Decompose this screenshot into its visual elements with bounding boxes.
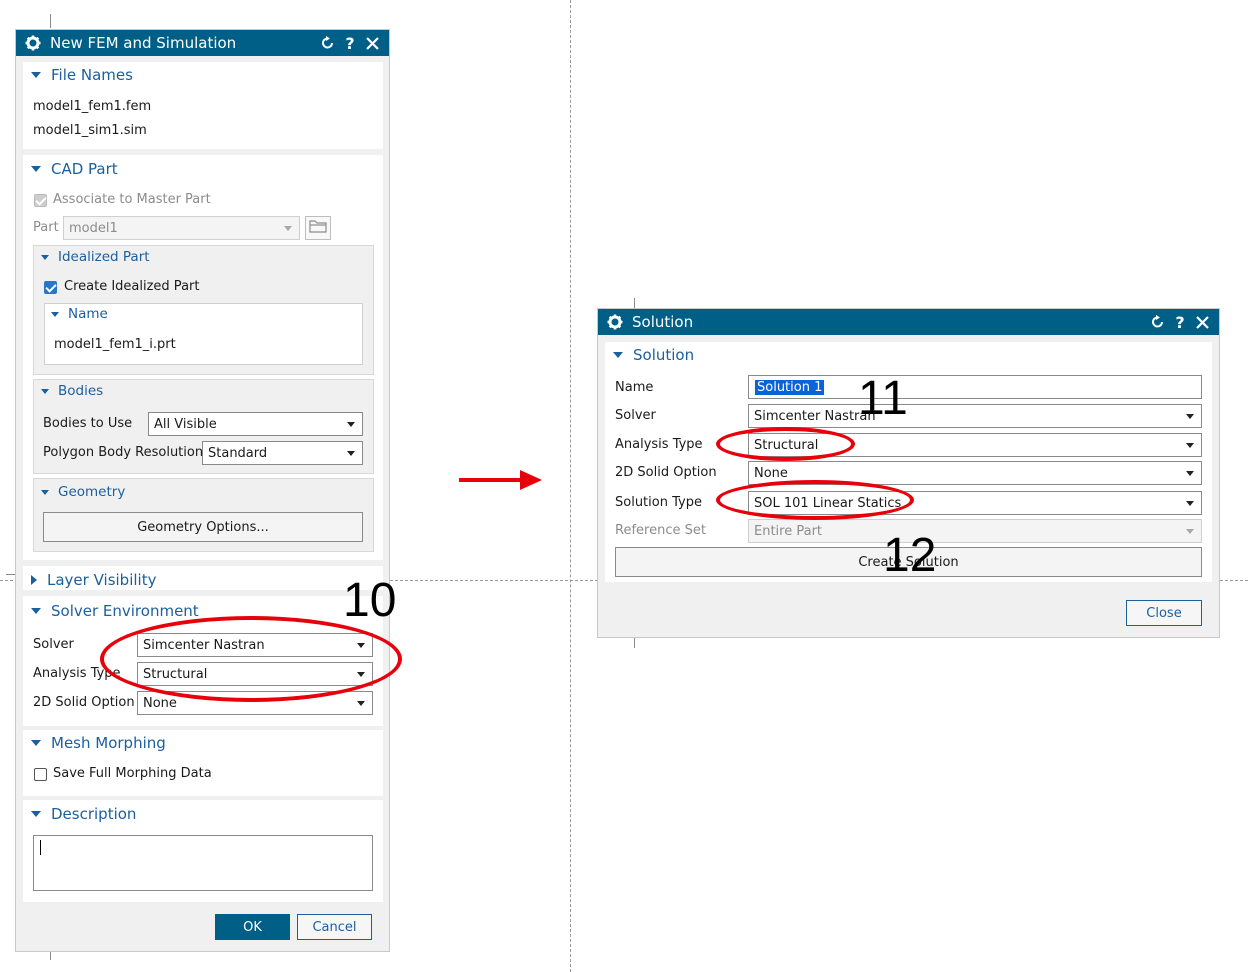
idealized-name-value: model1_fem1_i.prt (54, 337, 176, 352)
collapse-icon (31, 72, 41, 78)
part-select[interactable]: model1 (63, 216, 300, 240)
idealized-part-group[interactable]: Idealized Part (41, 249, 150, 265)
collapse-icon (41, 388, 49, 394)
open-folder-button[interactable] (305, 216, 331, 240)
text-cursor (40, 840, 41, 855)
guide-tick (634, 298, 635, 308)
folder-icon (309, 219, 327, 237)
name-label: Name (615, 380, 654, 395)
sim-file-name: model1_sim1.sim (33, 123, 147, 138)
create-idealized-label: Create Idealized Part (64, 279, 200, 294)
save-morphing-checkbox[interactable] (34, 768, 47, 781)
2d-solid-option-select[interactable]: None (137, 691, 373, 715)
geometry-options-button[interactable]: Geometry Options... (43, 512, 363, 542)
chevron-down-icon (284, 226, 292, 231)
save-morphing-label: Save Full Morphing Data (53, 766, 212, 781)
solution-type-label: Solution Type (615, 495, 702, 510)
collapse-icon (613, 352, 623, 358)
gear-icon (24, 34, 42, 52)
collapse-icon (41, 489, 49, 495)
reset-icon[interactable] (317, 32, 339, 54)
fem-file-name: model1_fem1.fem (33, 99, 152, 114)
expand-icon (31, 575, 37, 585)
cancel-button[interactable]: Cancel (297, 914, 372, 940)
collapse-icon (31, 166, 41, 172)
layer-visibility-group[interactable]: Layer Visibility (31, 571, 156, 589)
collapse-icon (31, 811, 41, 817)
geometry-group[interactable]: Geometry (41, 484, 125, 500)
close-icon[interactable] (1191, 311, 1213, 333)
file-names-group[interactable]: File Names (31, 66, 133, 84)
polygon-resolution-select[interactable]: Standard (202, 441, 363, 465)
arrow-right-icon (459, 470, 542, 490)
chevron-down-icon (1186, 471, 1194, 476)
analysis-type-select[interactable]: Structural (137, 662, 373, 686)
collapse-icon (31, 740, 41, 746)
2d-solid-option-select[interactable]: None (748, 461, 1202, 485)
reference-set-label: Reference Set (615, 523, 706, 538)
polygon-resolution-label: Polygon Body Resolution (43, 445, 204, 460)
2d-solid-option-label: 2D Solid Option (615, 465, 717, 480)
selected-text: Solution 1 (755, 379, 825, 395)
chevron-down-icon (347, 451, 355, 456)
solver-environment-group[interactable]: Solver Environment (31, 602, 199, 620)
solution-dialog-title: Solution (632, 313, 694, 331)
chevron-down-icon (357, 672, 365, 677)
fem-dialog-title: New FEM and Simulation (50, 34, 237, 52)
reference-set-select[interactable]: Entire Part (748, 519, 1202, 543)
help-icon[interactable]: ? (1169, 311, 1191, 333)
cad-part-group[interactable]: CAD Part (31, 160, 118, 178)
part-label: Part (33, 220, 59, 235)
2d-solid-option-label: 2D Solid Option (33, 695, 135, 710)
solution-group[interactable]: Solution (613, 346, 694, 364)
create-idealized-checkbox[interactable] (44, 281, 57, 294)
associate-master-checkbox[interactable] (34, 194, 47, 207)
solution-dialog: Solution ? Solution Name Solution 1 Solv… (597, 308, 1220, 638)
ok-button[interactable]: OK (215, 914, 290, 940)
step-number-12: 12 (883, 529, 937, 582)
name-group[interactable]: Name (51, 306, 108, 322)
guide-tick (50, 14, 51, 28)
solver-select[interactable]: Simcenter Nastran (137, 633, 373, 657)
chevron-down-icon (1186, 443, 1194, 448)
description-group[interactable]: Description (31, 805, 136, 823)
solver-label: Solver (615, 408, 656, 423)
bodies-to-use-select[interactable]: All Visible (148, 412, 363, 436)
collapse-icon (51, 311, 59, 317)
description-textarea[interactable] (33, 835, 373, 891)
analysis-type-label: Analysis Type (33, 666, 121, 681)
step-number-11: 11 (858, 372, 908, 425)
associate-master-label: Associate to Master Part (53, 192, 211, 207)
fem-dialog-titlebar: New FEM and Simulation ? (16, 30, 389, 56)
solution-name-input[interactable]: Solution 1 (748, 375, 1202, 399)
bodies-group[interactable]: Bodies (41, 383, 103, 399)
reset-icon[interactable] (1147, 311, 1169, 333)
solver-label: Solver (33, 637, 74, 652)
bodies-to-use-label: Bodies to Use (43, 416, 133, 431)
solver-select[interactable]: Simcenter Nastran (748, 404, 1202, 428)
help-icon[interactable]: ? (339, 32, 361, 54)
chevron-down-icon (1186, 414, 1194, 419)
close-button[interactable]: Close (1126, 600, 1202, 626)
gear-icon (606, 313, 624, 331)
guide-tick (634, 638, 635, 648)
collapse-icon (31, 608, 41, 614)
step-number-10: 10 (343, 574, 397, 627)
chevron-down-icon (357, 643, 365, 648)
chevron-down-icon (347, 422, 355, 427)
solution-type-select[interactable]: SOL 101 Linear Statics (748, 491, 1202, 515)
chevron-down-icon (1186, 501, 1194, 506)
close-icon[interactable] (361, 32, 383, 54)
mesh-morphing-group[interactable]: Mesh Morphing (31, 734, 166, 752)
collapse-icon (41, 254, 49, 260)
vertical-guide-line (570, 0, 571, 972)
analysis-type-select[interactable]: Structural (748, 433, 1202, 457)
new-fem-dialog: New FEM and Simulation ? File Names mode… (15, 29, 390, 952)
solution-dialog-titlebar: Solution ? (598, 309, 1219, 335)
analysis-type-label: Analysis Type (615, 437, 703, 452)
chevron-down-icon (357, 701, 365, 706)
chevron-down-icon (1186, 529, 1194, 534)
